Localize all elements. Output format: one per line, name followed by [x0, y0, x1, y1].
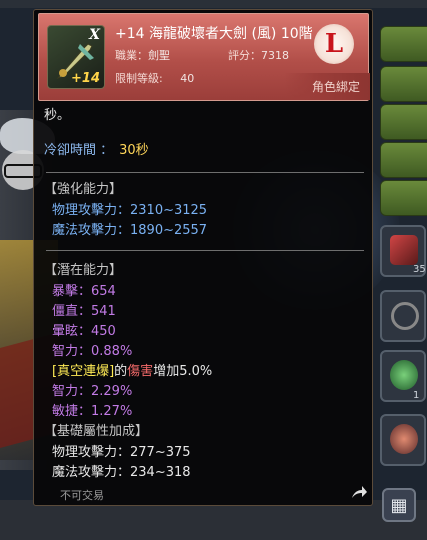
potential-stat-crit: 暴擊：654 — [52, 284, 116, 299]
tooltip-header: X +14 +14 海龍破壞者大劍 (風) 10階 職業：劍聖 評分：7318 … — [38, 13, 370, 101]
item-corner-mark: X — [89, 27, 100, 43]
level-value: 40 — [180, 72, 195, 85]
special-tail: 增加5.0% — [153, 364, 213, 379]
inventory-slot-2[interactable] — [380, 290, 426, 342]
potential-stat-stiff: 僵直：541 — [52, 304, 116, 319]
inventory-slot-4[interactable] — [380, 414, 426, 466]
job-row: 職業：劍聖 — [115, 47, 170, 63]
locked-icon — [391, 302, 419, 330]
special-skill-row: [真空連爆]的傷害增加5.0% — [52, 365, 212, 378]
cooldown-label: 冷卻時間 ： — [44, 143, 114, 158]
side-tab-1[interactable] — [380, 26, 427, 62]
potential-stat-dex: 敏捷：1.27% — [52, 404, 133, 419]
item-name: +14 海龍破壞者大劍 (風) 10階 — [115, 26, 313, 42]
base-heading: 【基礎屬性加成】 — [44, 424, 149, 439]
enhance-stat-magic: 魔法攻擊力：1890~2557 — [52, 223, 208, 238]
special-damage: 傷害 — [127, 364, 154, 379]
side-tab-2[interactable] — [380, 66, 427, 102]
base-stat-magic: 魔法攻擊力：234~318 — [52, 465, 191, 480]
enhance-badge: +14 — [71, 71, 100, 86]
potential-stat-int2: 智力：2.29% — [52, 384, 133, 399]
score-label: 評分： — [228, 49, 261, 62]
side-tab-3[interactable] — [380, 104, 427, 140]
description-tail: 秒。 — [44, 108, 71, 123]
potential-stat-int: 智力：0.88% — [52, 344, 133, 359]
slot-count-1: 35 — [413, 264, 426, 275]
enhance-stat-physical: 物理攻擊力：2310~3125 — [52, 203, 208, 218]
divider — [46, 172, 364, 173]
bottom-bar — [0, 500, 427, 540]
enhance-heading: 【強化能力】 — [44, 182, 123, 197]
slot-count-2: 1 — [413, 390, 420, 401]
base-stat-physical: 物理攻擊力：277~375 — [52, 445, 191, 460]
score-row: 評分：7318 — [228, 47, 289, 63]
orb-icon — [390, 360, 418, 390]
share-arrow-icon[interactable] — [350, 484, 368, 500]
rarity-legendary-icon: L — [314, 24, 354, 64]
potential-stat-stun: 暈眩：450 — [52, 324, 116, 339]
side-tab-4[interactable] — [380, 142, 427, 178]
item-box-icon — [390, 235, 418, 265]
job-label: 職業： — [115, 49, 148, 62]
item-tooltip: X +14 +14 海龍破壞者大劍 (風) 10階 職業：劍聖 評分：7318 … — [33, 9, 373, 506]
right-side-panel: 35 1 — [377, 0, 427, 540]
grid-icon: ▦ — [390, 494, 408, 516]
top-status-bar — [0, 0, 427, 8]
grid-menu-button[interactable]: ▦ — [382, 488, 416, 522]
divider — [46, 250, 364, 251]
level-label: 限制等級: — [115, 72, 163, 85]
bind-status: 角色綁定 — [284, 73, 370, 100]
cooldown-row: 冷卻時間 ： 30秒 — [44, 144, 149, 157]
job-value: 劍聖 — [148, 49, 170, 62]
score-value: 7318 — [261, 49, 289, 62]
cooldown-value: 30秒 — [119, 143, 149, 158]
trade-restriction: 不可交易 — [60, 489, 104, 502]
special-mid: 的 — [114, 364, 128, 379]
special-skill-name: [真空連爆] — [52, 364, 115, 379]
potential-heading: 【潛在能力】 — [44, 263, 123, 278]
level-row: 限制等級: 40 — [115, 70, 194, 86]
item-icon[interactable]: X +14 — [47, 25, 105, 89]
swirl-icon — [390, 424, 418, 454]
side-tab-5[interactable] — [380, 180, 427, 216]
